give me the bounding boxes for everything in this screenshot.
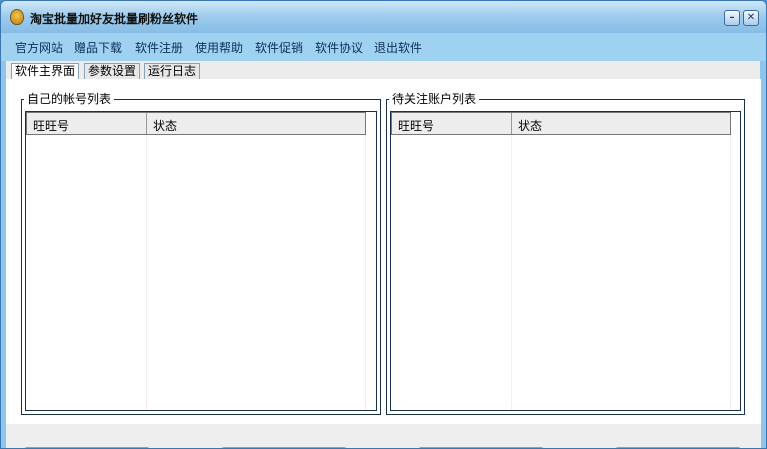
button-area [6, 424, 761, 448]
column-divider [146, 113, 147, 134]
menu-gift-download[interactable]: 赠品下载 [74, 39, 122, 56]
follow-accounts-group: 待关注账户列表 旺旺号 状态 [386, 92, 745, 415]
menu-official-site[interactable]: 官方网站 [15, 39, 63, 56]
list-header: 旺旺号 状态 [391, 112, 731, 135]
follow-accounts-list[interactable]: 旺旺号 状态 [390, 111, 741, 411]
minimize-button[interactable]: – [724, 10, 740, 26]
app-icon [10, 9, 24, 25]
list-header: 旺旺号 状态 [26, 112, 366, 135]
menu-agreement[interactable]: 软件协议 [315, 39, 363, 56]
menu-exit[interactable]: 退出软件 [374, 39, 422, 56]
follow-accounts-title: 待关注账户列表 [389, 92, 480, 106]
column-gridline [511, 135, 512, 410]
window-title: 淘宝批量加好友批量刷粉丝软件 [30, 12, 199, 26]
menu-register[interactable]: 软件注册 [135, 39, 183, 56]
menu-bar: 官方网站 赠品下载 软件注册 使用帮助 软件促销 软件协议 退出软件 [1, 33, 766, 61]
column-status[interactable]: 状态 [518, 117, 542, 134]
column-status[interactable]: 状态 [153, 117, 177, 134]
close-button[interactable]: ✕ [743, 10, 759, 26]
column-wangwang[interactable]: 旺旺号 [398, 117, 434, 134]
tab-strip: 软件主界面 参数设置 运行日志 [1, 61, 766, 81]
column-divider [511, 113, 512, 134]
own-accounts-title: 自己的帐号列表 [24, 92, 115, 106]
tab-log[interactable]: 运行日志 [144, 63, 201, 80]
column-wangwang[interactable]: 旺旺号 [33, 117, 69, 134]
column-gridline [365, 135, 366, 410]
column-gridline [730, 135, 731, 410]
own-accounts-list[interactable]: 旺旺号 状态 [25, 111, 377, 411]
main-window: 淘宝批量加好友批量刷粉丝软件 – ✕ 官方网站 赠品下载 软件注册 使用帮助 软… [0, 0, 767, 449]
own-accounts-group: 自己的帐号列表 旺旺号 状态 [21, 92, 381, 415]
column-gridline [146, 135, 147, 410]
menu-promotion[interactable]: 软件促销 [255, 39, 303, 56]
title-bar: 淘宝批量加好友批量刷粉丝软件 – ✕ [1, 1, 766, 33]
menu-help[interactable]: 使用帮助 [195, 39, 243, 56]
tab-settings[interactable]: 参数设置 [84, 63, 141, 80]
